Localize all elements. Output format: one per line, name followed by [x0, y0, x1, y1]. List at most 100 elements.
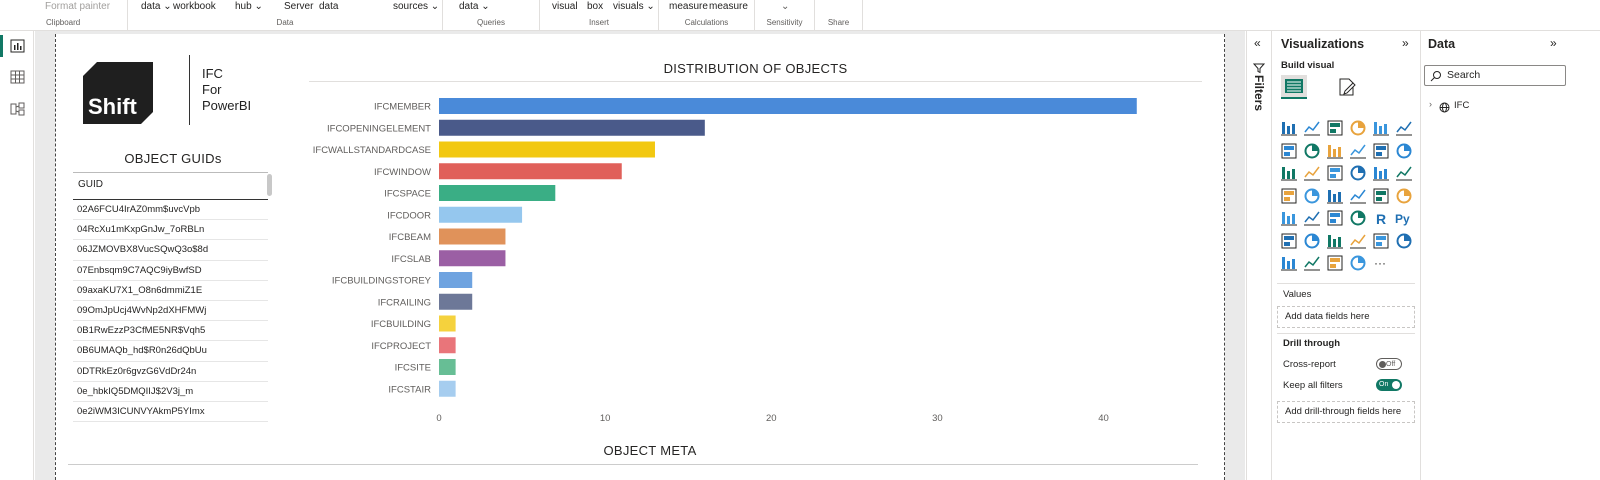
model-view-icon[interactable] [10, 102, 26, 116]
ribbon-chart-icon[interactable] [1395, 142, 1413, 160]
report-view-icon[interactable] [10, 39, 26, 53]
recent-sources-button[interactable]: sources ⌄ [393, 1, 439, 12]
text-box-button[interactable]: box [587, 1, 603, 12]
guid-row[interactable]: 0e_hbkIQ5DMQIIJ$2V3j_m [73, 382, 268, 402]
bar[interactable] [439, 380, 456, 397]
guid-row[interactable]: 0DTRkEz0r6gvzG6VdDr24n [73, 362, 268, 382]
power-bi-visual-icon[interactable] [1326, 254, 1344, 272]
cross-report-toggle[interactable]: Off [1376, 358, 1402, 370]
bar[interactable] [439, 337, 456, 354]
excel-workbook-button[interactable]: workbook [173, 1, 216, 12]
paginated-report-icon[interactable] [1395, 232, 1413, 250]
distribution-bar-chart[interactable]: IFCMEMBER IFCOPENINGELEMENT IFCWALLSTANDAR… [300, 90, 1180, 430]
clustered-bar-icon[interactable] [1326, 119, 1344, 137]
r-visual-icon[interactable]: R [1372, 209, 1390, 227]
keep-all-filters-toggle[interactable]: On [1376, 379, 1402, 391]
power-automate-icon[interactable] [1303, 254, 1321, 272]
donut-icon[interactable] [1372, 164, 1390, 182]
bar[interactable] [439, 359, 456, 375]
more-options-icon[interactable]: ··· [1372, 254, 1390, 272]
bar[interactable] [439, 185, 556, 201]
stacked-column-icon[interactable] [1303, 119, 1321, 137]
guid-row[interactable]: 09OmJpUcj4WvNp2dXHFMWj [73, 301, 268, 322]
line-chart-icon[interactable] [1280, 142, 1298, 160]
new-visual-button[interactable]: visual [552, 1, 578, 12]
collapse-data-pane-icon[interactable]: » [1550, 36, 1557, 50]
funnel-icon[interactable] [1303, 164, 1321, 182]
collapse-visualizations-icon[interactable]: » [1402, 36, 1409, 50]
pie-icon[interactable] [1349, 164, 1367, 182]
more-visuals-button[interactable]: visuals ⌄ [613, 1, 655, 12]
gauge-icon[interactable] [1349, 187, 1367, 205]
guid-row[interactable]: 02A6FCU4IrAZ0mm$uvcVpb [73, 200, 268, 221]
sensitivity-dropdown[interactable]: ⌄ [781, 1, 789, 12]
get-more-visuals-icon[interactable] [1349, 254, 1367, 272]
data-hub-button[interactable]: hub ⌄ [235, 1, 263, 12]
table-view-icon[interactable] [10, 70, 26, 84]
drill-through-drop-zone[interactable]: Add drill-through fields here [1277, 401, 1415, 423]
bar[interactable] [439, 272, 473, 288]
area-chart-icon[interactable] [1303, 142, 1321, 160]
narrative-icon[interactable] [1349, 232, 1367, 250]
data-table-item[interactable]: IFC [1454, 100, 1469, 111]
bar[interactable] [439, 206, 523, 223]
key-influencers-icon[interactable] [1280, 232, 1298, 250]
data-search-input[interactable]: Search [1424, 65, 1566, 86]
python-visual-icon[interactable]: Py [1395, 209, 1413, 227]
bar[interactable] [439, 141, 655, 158]
bar[interactable] [439, 250, 506, 267]
table-icon[interactable] [1326, 209, 1344, 227]
guid-row[interactable]: 07Enbsqm9C7AQC9iyBwfSD [73, 261, 268, 281]
guid-row[interactable]: 04RcXu1mKxpGnJw_7oRBLn [73, 220, 268, 241]
goals-icon[interactable] [1372, 232, 1390, 250]
guid-row[interactable]: 0B1RwEzzP3CfME5NR$Vqh5 [73, 321, 268, 342]
refresh-data-button[interactable]: data ⌄ [459, 1, 490, 12]
format-visual-tab[interactable] [1336, 76, 1358, 98]
filters-pane-label[interactable]: Filters [1252, 75, 1266, 145]
bar[interactable] [439, 293, 473, 310]
stacked-bar-icon[interactable] [1280, 119, 1298, 137]
scatter-icon[interactable] [1326, 164, 1344, 182]
kpi-icon[interactable] [1280, 209, 1298, 227]
waterfall-icon[interactable] [1280, 164, 1298, 182]
expand-filters-icon[interactable]: « [1254, 36, 1261, 50]
filled-map-icon[interactable] [1303, 187, 1321, 205]
clustered-column-icon[interactable] [1349, 119, 1367, 137]
azure-map-icon[interactable] [1326, 187, 1344, 205]
stacked-area-icon[interactable] [1326, 142, 1344, 160]
100-stacked-column-icon[interactable] [1395, 119, 1413, 137]
build-visual-tab[interactable] [1281, 75, 1307, 99]
guid-column-header[interactable]: GUID [73, 172, 268, 200]
get-data-button[interactable]: data ⌄ [141, 1, 172, 12]
100-stacked-bar-icon[interactable] [1372, 119, 1390, 137]
sql-server-button[interactable]: Server [284, 1, 313, 12]
guid-table[interactable]: GUID 02A6FCU4IrAZ0mm$uvcVpb 04RcXu1mKxpGn… [73, 172, 268, 423]
bar[interactable] [439, 315, 456, 332]
expand-table-chevron-icon[interactable]: › [1429, 99, 1432, 109]
bar[interactable] [439, 98, 1137, 114]
qa-icon[interactable] [1326, 232, 1344, 250]
guid-row[interactable]: 06JZMOVBX8VucSQwQ3o$8d [73, 240, 268, 261]
quick-measure-button[interactable]: measure [709, 1, 748, 12]
guid-row[interactable]: 0B6UMAQb_hd$R0n26dQbUu [73, 341, 268, 362]
guid-table-scrollbar[interactable] [267, 174, 272, 196]
decomposition-tree-icon[interactable] [1303, 232, 1321, 250]
multi-row-card-icon[interactable] [1395, 187, 1413, 205]
slicer-icon[interactable] [1303, 209, 1321, 227]
bar[interactable] [439, 163, 622, 180]
power-apps-icon[interactable] [1280, 254, 1298, 272]
treemap-icon[interactable] [1395, 164, 1413, 182]
guid-row[interactable]: 09axaKU7X1_O8n6dmmiZ1E [73, 281, 268, 301]
new-measure-button[interactable]: measure [669, 1, 708, 12]
bar[interactable] [439, 119, 705, 136]
line-stacked-column-icon[interactable] [1372, 142, 1390, 160]
values-drop-zone[interactable]: Add data fields here [1277, 306, 1415, 328]
enter-data-button[interactable]: data [319, 1, 338, 12]
matrix-icon[interactable] [1349, 209, 1367, 227]
line-clustered-column-icon[interactable] [1349, 142, 1367, 160]
map-icon[interactable] [1280, 187, 1298, 205]
bar[interactable] [439, 228, 506, 245]
format-painter-button[interactable]: Format painter [45, 1, 110, 12]
guid-row[interactable]: 0e2iWM3ICUNVYAkmP5YImx [73, 402, 268, 423]
card-icon[interactable] [1372, 187, 1390, 205]
